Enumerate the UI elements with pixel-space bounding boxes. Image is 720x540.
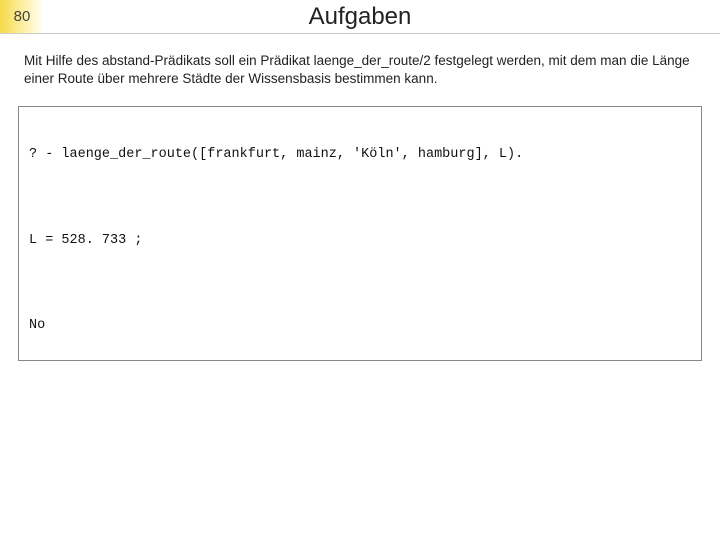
- page-title: Aufgaben: [309, 3, 412, 31]
- slide-number-box: 80: [0, 0, 44, 33]
- code-line-no: No: [29, 319, 691, 333]
- code-line-query: ? - laenge_der_route([frankfurt, mainz, …: [29, 148, 691, 162]
- slide-header: 80 Aufgaben: [0, 0, 720, 34]
- code-line-result: L = 528. 733 ;: [29, 234, 691, 248]
- slide-number: 80: [14, 8, 31, 25]
- title-wrap: Aufgaben: [44, 0, 720, 33]
- task-paragraph: Mit Hilfe des abstand-Prädikats soll ein…: [0, 34, 720, 102]
- code-example-box: ? - laenge_der_route([frankfurt, mainz, …: [18, 106, 702, 361]
